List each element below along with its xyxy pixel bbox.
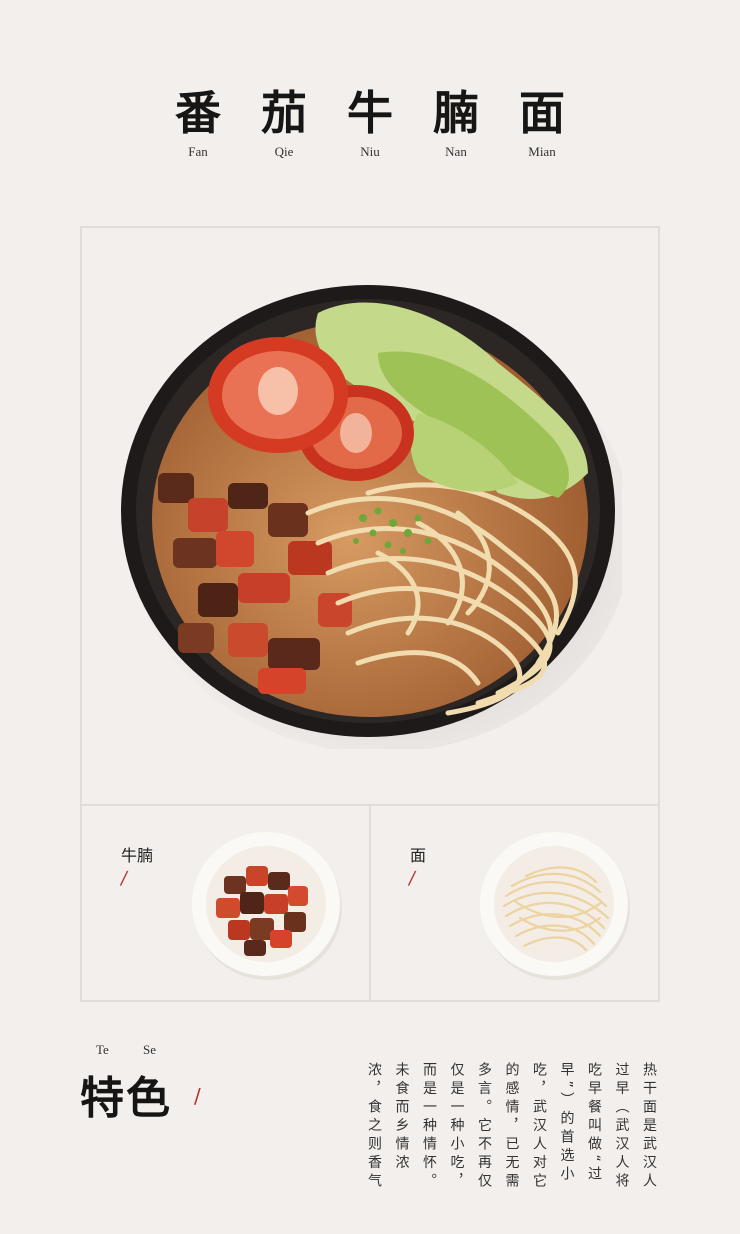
feature-title: 特色 bbox=[80, 1073, 172, 1124]
title-char: 牛 bbox=[347, 86, 393, 140]
dish-title: 番 茄 牛 腩 面 Fan Qie Niu Nan Mian bbox=[0, 90, 740, 160]
title-char: 番 bbox=[175, 86, 221, 140]
noodle-label: 面 bbox=[410, 846, 427, 865]
beef-noodle-bowl-image bbox=[118, 283, 622, 749]
title-pinyin: Qie bbox=[274, 144, 294, 159]
title-pinyin: Mian bbox=[528, 144, 556, 159]
title-char: 面 bbox=[519, 86, 565, 140]
feature-pinyin-te: Te bbox=[96, 1042, 109, 1057]
title-char: 腩 bbox=[433, 86, 479, 140]
beef-bowl-image bbox=[188, 826, 344, 982]
feature-description: 热干面是武汉人过早（武汉人将吃早餐叫做“过早”）的首选小吃，武汉人对它的感情，已… bbox=[366, 1062, 657, 1192]
title-pinyin: Fan bbox=[188, 144, 208, 159]
title-pinyin: Nan bbox=[445, 144, 467, 159]
title-char: 茄 bbox=[261, 86, 307, 140]
title-pinyin: Niu bbox=[360, 144, 380, 159]
noodle-bowl-image bbox=[476, 826, 632, 982]
feature-pinyin-se: Se bbox=[143, 1042, 156, 1057]
feature-slash: / bbox=[194, 1084, 201, 1108]
beef-label: 牛腩 bbox=[121, 846, 154, 865]
frame-divider-vertical bbox=[369, 804, 371, 1002]
